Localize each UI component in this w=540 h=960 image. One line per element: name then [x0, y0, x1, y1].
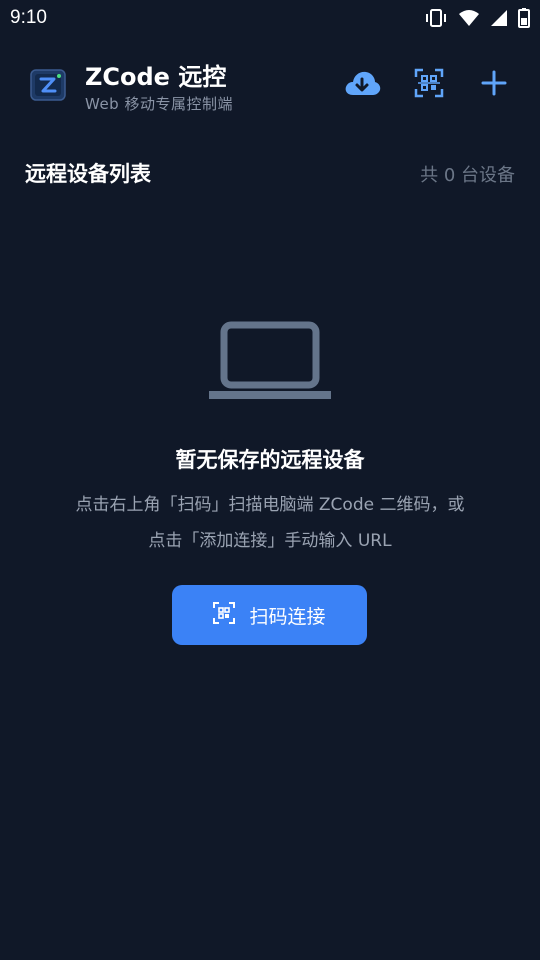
cloud-download-button[interactable] — [342, 68, 382, 102]
status-time: 9:10 — [10, 7, 47, 28]
scan-connect-button[interactable]: 扫码连接 — [172, 585, 367, 645]
battery-icon — [518, 8, 530, 28]
app-title: ZCode 远控 — [85, 63, 227, 91]
scan-button-label: 扫码连接 — [249, 605, 326, 628]
cloud-download-icon — [343, 69, 381, 101]
scan-qr-button[interactable] — [409, 68, 449, 102]
plus-icon — [481, 70, 507, 100]
status-bar: 9:10 — [0, 0, 540, 36]
wifi-icon — [458, 9, 480, 27]
app-logo — [30, 69, 66, 101]
app-screen: 9:10 ZCode 远控 Web 移动专属控制端 远程设备列表 共 0 台设备… — [0, 0, 540, 960]
empty-description: 点击右上角「扫码」扫描电脑端 ZCode 二维码，或点击「添加连接」手动输入 U… — [75, 495, 465, 551]
qr-scan-icon — [213, 602, 236, 628]
signal-icon — [490, 9, 508, 27]
app-header: ZCode 远控 Web 移动专属控制端 — [0, 50, 540, 120]
app-subtitle: Web 移动专属控制端 — [85, 95, 233, 113]
status-icons — [424, 8, 530, 28]
device-count: 共 0 台设备 — [420, 165, 515, 186]
empty-title: 暂无保存的远程设备 — [175, 448, 365, 472]
laptop-icon — [209, 315, 331, 400]
vibrate-icon — [424, 9, 448, 27]
add-connection-button[interactable] — [474, 68, 514, 102]
section-title: 远程设备列表 — [25, 162, 151, 186]
qr-scan-icon — [414, 68, 444, 102]
